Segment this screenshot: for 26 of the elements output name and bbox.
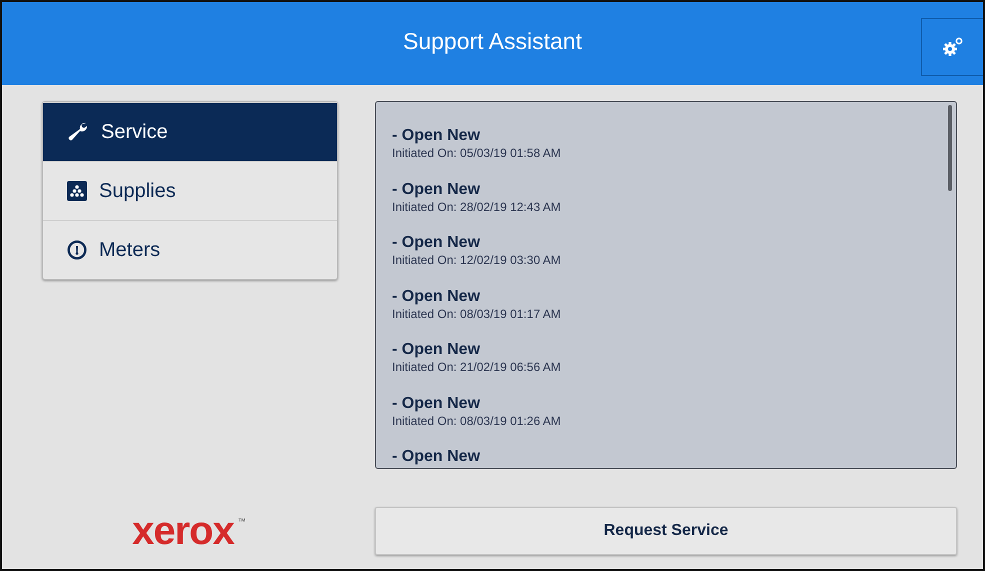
logo: xerox bbox=[132, 511, 234, 551]
settings-button[interactable] bbox=[921, 18, 983, 76]
initiated-date: Initiated On: 28/02/19 12:43 AM bbox=[392, 200, 562, 214]
initiated-date: Initiated On: 05/03/19 01:58 AM bbox=[392, 146, 562, 161]
wrench-icon bbox=[67, 122, 89, 142]
initiated-date: Initiated On: 08/03/19 01:26 AM bbox=[392, 414, 562, 428]
request-title: - Open New bbox=[392, 126, 482, 146]
nav-item[interactable]: Meters bbox=[43, 220, 337, 279]
supplies-icon bbox=[67, 181, 87, 201]
nav-item[interactable]: Service bbox=[43, 102, 337, 161]
initiated-date: Initiated On: 08/03/19 01:17 AM bbox=[392, 306, 562, 322]
settings-icon bbox=[942, 37, 964, 57]
initiated-date: Initiated On: 21/02/19 06:56 AM bbox=[392, 360, 562, 375]
request-title: - Open New bbox=[392, 447, 482, 467]
request-title: - Open New bbox=[392, 286, 482, 306]
request-title: - Open New bbox=[392, 340, 482, 360]
initiated-date: Initiated On: 12/02/19 03:30 AM bbox=[392, 253, 562, 268]
nav-item[interactable]: Supplies bbox=[43, 161, 337, 220]
request-title: - Open New bbox=[392, 394, 482, 414]
request-title: - Open New bbox=[392, 233, 482, 253]
request-service-button[interactable]: Request Service bbox=[375, 507, 957, 555]
gauge-icon bbox=[67, 240, 87, 260]
request-title: - Open New bbox=[392, 180, 482, 200]
page-title: Support Assistant bbox=[403, 28, 582, 56]
scrollbar[interactable] bbox=[948, 105, 952, 191]
trademark: ™ bbox=[238, 517, 246, 526]
